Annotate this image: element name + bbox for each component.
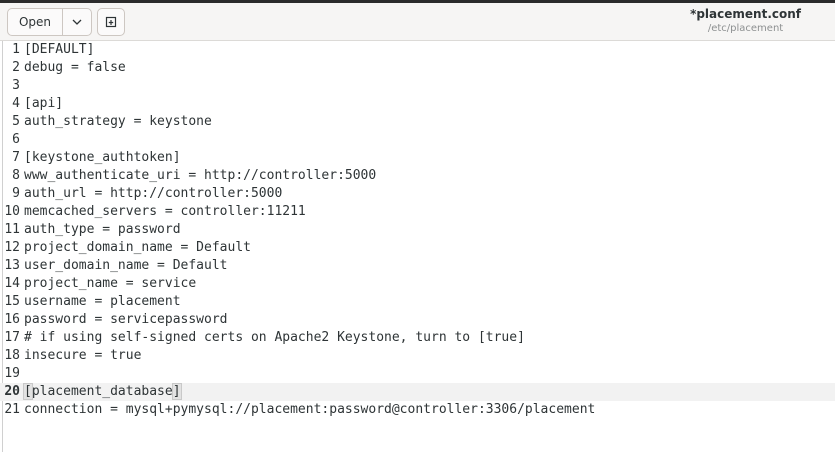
line-text[interactable]: username = placement — [20, 293, 181, 311]
line-text[interactable]: auth_url = http://controller:5000 — [20, 185, 282, 203]
code-line[interactable]: 5 auth_strategy = keystone — [0, 113, 835, 131]
title-block: *placement.conf /etc/placement — [690, 7, 801, 35]
line-text[interactable]: # if using self-signed certs on Apache2 … — [20, 329, 525, 347]
code-line[interactable]: 2 debug = false — [0, 59, 835, 77]
code-line[interactable]: 9 auth_url = http://controller:5000 — [0, 185, 835, 203]
code-line[interactable]: 15 username = placement — [0, 293, 835, 311]
code-line[interactable]: 7 [keystone_authtoken] — [0, 149, 835, 167]
line-text[interactable]: [keystone_authtoken] — [20, 149, 181, 167]
line-number: 16 — [4, 312, 20, 327]
line-text[interactable]: auth_type = password — [20, 221, 181, 239]
line-text[interactable]: user_domain_name = Default — [20, 257, 228, 275]
line-number: 14 — [4, 276, 20, 291]
open-button[interactable]: Open — [8, 9, 63, 35]
line-number: 11 — [4, 222, 20, 237]
line-number: 4 — [12, 96, 20, 111]
line-number: 6 — [12, 132, 20, 147]
line-number: 20 — [4, 384, 20, 399]
line-text[interactable]: connection = mysql+pymysql://placement:p… — [20, 401, 595, 419]
line-text[interactable]: [DEFAULT] — [20, 41, 94, 59]
line-number: 5 — [12, 114, 20, 129]
line-number: 1 — [12, 42, 20, 57]
line-text[interactable]: memcached_servers = controller:11211 — [20, 203, 306, 221]
line-text[interactable]: www_authenticate_uri = http://controller… — [20, 167, 376, 185]
line-number: 17 — [4, 330, 20, 345]
line-number: 3 — [12, 78, 20, 93]
open-button-group: Open — [7, 8, 92, 36]
open-menu-button[interactable] — [63, 9, 91, 35]
code-line[interactable]: 21 connection = mysql+pymysql://placement… — [0, 401, 835, 419]
line-number: 8 — [12, 168, 20, 183]
code-line[interactable]: 6 — [0, 131, 835, 149]
line-number: 15 — [4, 294, 20, 309]
matching-bracket-close: ] — [171, 383, 182, 400]
document-path: /etc/placement — [707, 23, 784, 34]
line-number: 19 — [4, 366, 20, 381]
new-tab-button[interactable] — [97, 8, 125, 36]
matching-bracket-open: [ — [23, 383, 33, 400]
line-text[interactable]: [api] — [20, 95, 63, 113]
line-number: 12 — [4, 240, 20, 255]
code-line[interactable]: 8 www_authenticate_uri = http://controlle… — [0, 167, 835, 185]
line-text[interactable]: debug = false — [20, 59, 126, 77]
line-text[interactable]: auth_strategy = keystone — [20, 113, 212, 131]
code-line[interactable]: 11 auth_type = password — [0, 221, 835, 239]
chevron-down-icon — [72, 19, 82, 25]
code-line[interactable]: 3 — [0, 77, 835, 95]
code-line[interactable]: 19 — [0, 365, 835, 383]
document-title: *placement.conf — [690, 7, 801, 21]
line-text[interactable]: project_name = service — [20, 275, 196, 293]
line-text[interactable]: project_domain_name = Default — [20, 239, 251, 257]
line-text[interactable]: password = servicepassword — [20, 311, 228, 329]
line-number: 7 — [12, 150, 20, 165]
code-line[interactable]: 20 [placement_database] — [0, 383, 835, 401]
code-line[interactable]: 16 password = servicepassword — [0, 311, 835, 329]
code-line[interactable]: 10 memcached_servers = controller:11211 — [0, 203, 835, 221]
line-number: 13 — [4, 258, 20, 273]
code-line[interactable]: 18 insecure = true — [0, 347, 835, 365]
code-line[interactable]: 13 user_domain_name = Default — [0, 257, 835, 275]
code-line[interactable]: 4 [api] — [0, 95, 835, 113]
line-number: 10 — [4, 204, 20, 219]
header-bar: Open *placement.conf /etc/placement — [0, 3, 835, 41]
code-line[interactable]: 12 project_domain_name = Default — [0, 239, 835, 257]
line-text[interactable]: [placement_database] — [20, 383, 182, 401]
new-tab-icon — [105, 16, 117, 28]
line-text[interactable]: insecure = true — [20, 347, 141, 365]
line-number: 21 — [4, 402, 20, 417]
text-editor[interactable]: 1 [DEFAULT] 2 debug = false 3 4 [api] 5 auth_str… — [0, 41, 835, 452]
line-number: 9 — [12, 186, 20, 201]
code-line[interactable]: 1 [DEFAULT] — [0, 41, 835, 59]
code-line[interactable]: 17 # if using self-signed certs on Apache… — [0, 329, 835, 347]
line-number: 18 — [4, 348, 20, 363]
line-number: 2 — [12, 60, 20, 75]
section-name: placement_database — [31, 384, 173, 399]
code-line[interactable]: 14 project_name = service — [0, 275, 835, 293]
